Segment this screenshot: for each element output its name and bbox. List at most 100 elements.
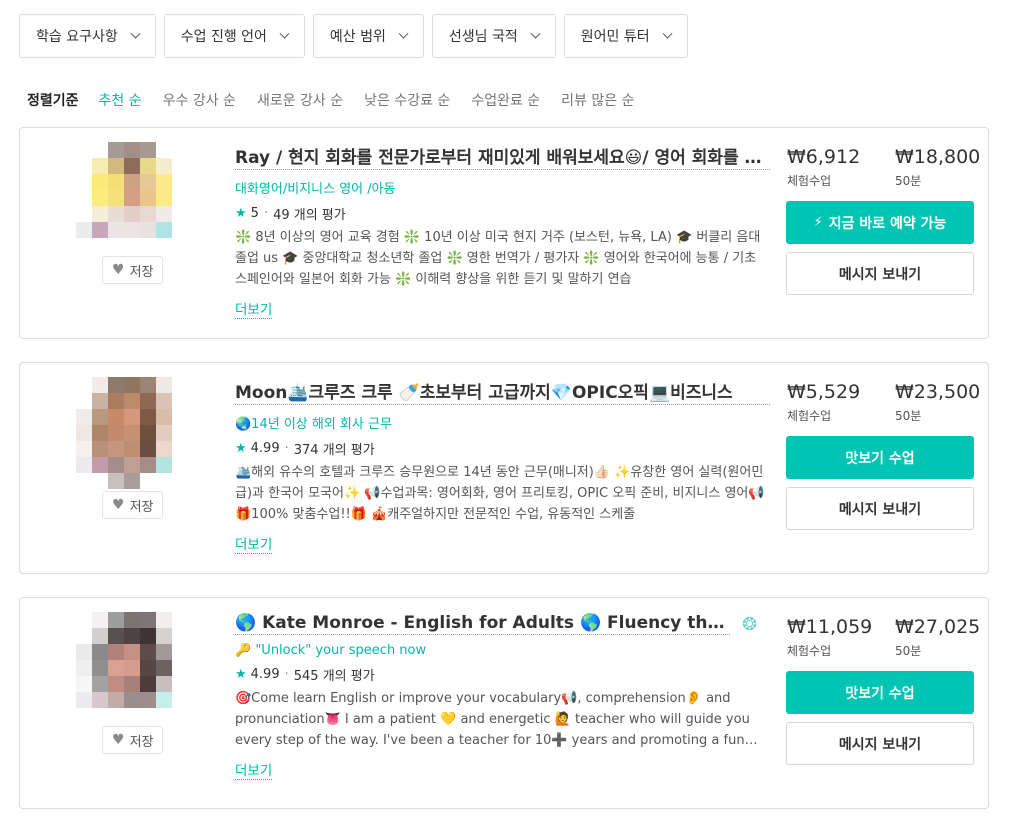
more-link[interactable]: 더보기 xyxy=(235,533,273,554)
avatar-pixel xyxy=(140,238,156,254)
avatar[interactable] xyxy=(76,377,188,489)
avatar-pixel xyxy=(172,222,188,238)
avatar-pixel xyxy=(172,457,188,473)
avatar-pixel xyxy=(76,692,92,708)
filter-label: 원어민 튜터 xyxy=(580,29,650,45)
avatar-pixel xyxy=(156,628,172,644)
avatar-pixel xyxy=(140,441,156,457)
save-button[interactable]: ♥ 저장 xyxy=(102,256,164,284)
lesson-price: ₩18,800 xyxy=(895,146,981,168)
avatar-pixel xyxy=(156,660,172,676)
tutor-description: 🛳️해외 유수의 호텔과 크루즈 승무원으로 14년 동안 근무(매니저)👍🏻 … xyxy=(235,465,765,522)
send-message-button[interactable]: 메시지 보내기 xyxy=(786,487,974,530)
review-count: 545 개의 평가 xyxy=(293,669,375,684)
filter-learning-needs[interactable]: 학습 요구사항 xyxy=(19,14,156,58)
avatar[interactable] xyxy=(76,142,188,254)
send-message-button[interactable]: 메시지 보내기 xyxy=(786,252,974,295)
trial-lesson-button[interactable]: 맛보기 수업 xyxy=(786,671,974,714)
avatar-pixel xyxy=(156,377,172,393)
tutor-name[interactable]: 🌎 Kate Monroe - English for Adults 🌎 Flu… xyxy=(235,613,730,635)
star-icon: ★ xyxy=(235,667,247,682)
filter-label: 예산 범위 xyxy=(329,29,386,45)
avatar-pixel xyxy=(76,158,92,174)
more-link[interactable]: 더보기 xyxy=(235,298,273,319)
tutor-card[interactable]: ♥ 저장 🌎 Kate Monroe - English for Adults 🌎… xyxy=(19,597,989,809)
avatar-pixel xyxy=(156,457,172,473)
avatar-pixel xyxy=(124,174,140,190)
avatar-pixel xyxy=(108,158,124,174)
sort-option-top-tutors[interactable]: 우수 강사 순 xyxy=(163,90,236,110)
send-message-button[interactable]: 메시지 보내기 xyxy=(786,722,974,765)
tutor-name[interactable]: Ray / 현지 회화를 전문가로부터 재미있게 배워보세요😃/ 영어 회화를 … xyxy=(235,143,770,170)
instant-book-button[interactable]: ⚡ 지금 바로 예약 가능 xyxy=(786,201,974,244)
avatar-pixel xyxy=(156,142,172,158)
avatar-pixel xyxy=(124,692,140,708)
avatar-pixel xyxy=(124,158,140,174)
avatar-pixel xyxy=(172,206,188,222)
avatar-pixel xyxy=(124,644,140,660)
avatar-pixel xyxy=(108,457,124,473)
star-icon: ★ xyxy=(235,441,247,456)
sort-label: 정렬기준 xyxy=(27,93,79,109)
filter-native-tutor[interactable]: 원어민 튜터 xyxy=(563,14,688,58)
sort-option-new-tutors[interactable]: 새로운 강사 순 xyxy=(257,90,343,110)
avatar-pixel xyxy=(172,612,188,628)
avatar-pixel xyxy=(172,409,188,425)
super-tutor-badge-icon[interactable]: ❂ xyxy=(742,614,757,635)
tutor-card[interactable]: ♥ 저장 Moon🛳️크루즈 크루 🍼초보부터 고급까지💎OPIC오픽💻비즈니스 … xyxy=(19,362,989,574)
avatar-pixel xyxy=(140,425,156,441)
avatar-pixel xyxy=(156,174,172,190)
avatar-pixel xyxy=(108,190,124,206)
avatar-pixel xyxy=(108,174,124,190)
avatar-pixel xyxy=(124,409,140,425)
avatar-pixel xyxy=(108,473,124,489)
sort-option-lowest-price[interactable]: 낮은 수강료 순 xyxy=(364,90,450,110)
heart-icon: ♥ xyxy=(112,732,125,748)
tutor-card[interactable]: ♥ 저장 Ray / 현지 회화를 전문가로부터 재미있게 배워보세요😃/ 영어 … xyxy=(19,127,989,339)
avatar-pixel xyxy=(76,457,92,473)
avatar-pixel xyxy=(92,612,108,628)
avatar-pixel xyxy=(76,377,92,393)
chevron-down-icon xyxy=(530,28,541,39)
avatar-pixel xyxy=(156,409,172,425)
avatar[interactable] xyxy=(76,612,188,724)
filter-label: 학습 요구사항 xyxy=(36,29,118,45)
more-link[interactable]: 더보기 xyxy=(235,759,273,780)
tutor-name[interactable]: Moon🛳️크루즈 크루 🍼초보부터 고급까지💎OPIC오픽💻비즈니스 xyxy=(235,378,770,405)
avatar-pixel xyxy=(76,441,92,457)
save-button[interactable]: ♥ 저장 xyxy=(102,491,164,519)
avatar-pixel xyxy=(92,222,108,238)
avatar-pixel xyxy=(140,473,156,489)
filter-budget[interactable]: 예산 범위 xyxy=(312,14,424,58)
avatar-pixel xyxy=(124,612,140,628)
avatar-pixel xyxy=(140,142,156,158)
sort-option-most-reviews[interactable]: 리뷰 많은 순 xyxy=(561,90,634,110)
save-label: 저장 xyxy=(129,734,154,750)
filter-nationality[interactable]: 선생님 국적 xyxy=(431,14,556,58)
avatar-pixel xyxy=(124,708,140,724)
filter-lesson-language[interactable]: 수업 진행 언어 xyxy=(163,14,305,58)
trial-lesson-label: 맛보기 수업 xyxy=(845,450,915,467)
filter-label: 수업 진행 언어 xyxy=(180,29,267,45)
trial-price: ₩6,912 xyxy=(787,146,861,168)
trial-lesson-button[interactable]: 맛보기 수업 xyxy=(786,436,974,479)
review-count: 374 개의 평가 xyxy=(293,443,375,458)
trial-label: 체험수업 xyxy=(787,644,832,658)
avatar-pixel xyxy=(172,628,188,644)
sort-option-recommended[interactable]: 추천 순 xyxy=(99,90,142,110)
avatar-pixel xyxy=(92,142,108,158)
avatar-pixel xyxy=(108,142,124,158)
lesson-price: ₩23,500 xyxy=(895,381,981,403)
save-label: 저장 xyxy=(129,264,154,280)
avatar-pixel xyxy=(92,692,108,708)
save-label: 저장 xyxy=(129,499,154,515)
avatar-pixel xyxy=(108,676,124,692)
filter-bar: 학습 요구사항 수업 진행 언어 예산 범위 선생님 국적 원어민 튜터 xyxy=(19,14,688,58)
avatar-pixel xyxy=(156,676,172,692)
chevron-down-icon xyxy=(662,28,673,39)
avatar-pixel xyxy=(108,222,124,238)
sort-option-lessons-completed[interactable]: 수업완료 순 xyxy=(471,90,540,110)
save-button[interactable]: ♥ 저장 xyxy=(102,726,164,754)
avatar-pixel xyxy=(140,190,156,206)
avatar-pixel xyxy=(172,190,188,206)
